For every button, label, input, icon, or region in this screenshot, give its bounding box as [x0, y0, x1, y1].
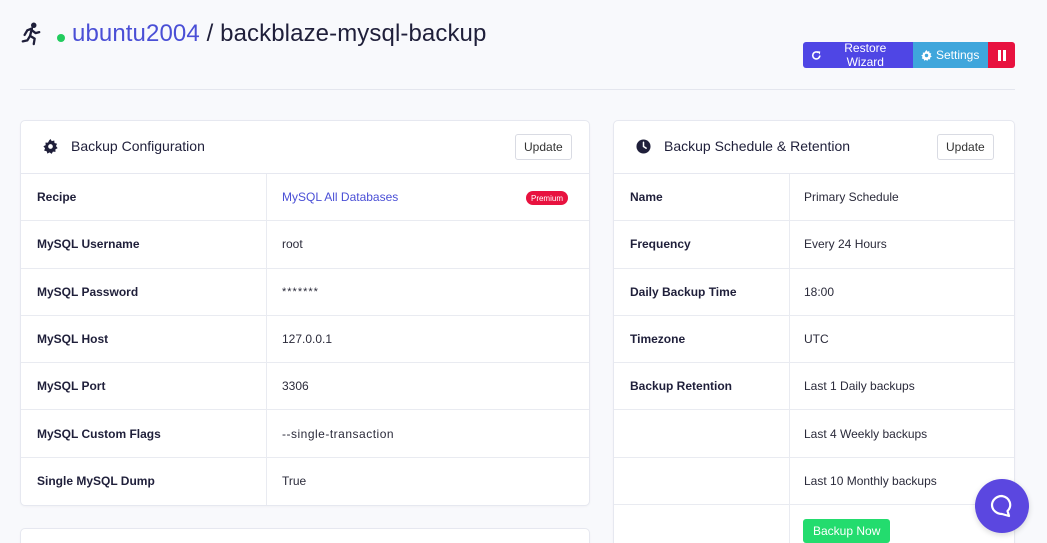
schedule-table: Name Primary Schedule Frequency Every 24…	[614, 174, 1014, 543]
running-person-icon	[21, 22, 41, 46]
restore-wizard-button[interactable]: Restore Wizard	[803, 41, 913, 69]
backup-configuration-card: Backup Configuration Update Recipe MySQL…	[20, 120, 590, 506]
recipe-link[interactable]: MySQL All Databases	[282, 190, 398, 204]
table-row: MySQL Username root	[21, 221, 589, 269]
pause-icon	[997, 49, 1006, 61]
table-row: MySQL Custom Flags --single-transaction	[21, 410, 589, 458]
row-value: MySQL All Databases Premium	[267, 174, 589, 220]
table-row: MySQL Password *******	[21, 268, 589, 316]
config-table: Recipe MySQL All Databases Premium MySQL…	[21, 174, 589, 506]
settings-button[interactable]: Settings	[913, 42, 988, 68]
settings-label: Settings	[936, 48, 980, 62]
row-value: 18:00	[804, 284, 835, 299]
table-row: Daily Backup Time 18:00	[614, 268, 1014, 316]
row-label: MySQL Password	[21, 268, 267, 315]
server-link[interactable]: ubuntu2004	[72, 20, 200, 47]
clock-icon	[636, 139, 651, 154]
card-title: Backup Schedule & Retention	[664, 138, 851, 154]
row-value: Primary Schedule	[804, 190, 899, 205]
row-label: Recipe	[21, 174, 267, 221]
page-title: ubuntu2004 / backblaze-mysql-backup	[72, 20, 486, 48]
online-status-dot	[57, 34, 65, 42]
update-schedule-button[interactable]: Update	[937, 134, 994, 160]
row-label: Frequency	[614, 221, 790, 268]
row-label: MySQL Username	[21, 221, 267, 268]
row-label	[614, 410, 790, 457]
row-label: Backup Retention	[614, 363, 790, 410]
row-label	[614, 457, 790, 505]
row-label: MySQL Host	[21, 315, 267, 363]
card-title: Backup Configuration	[71, 138, 205, 154]
table-row: Timezone UTC	[614, 315, 1014, 364]
chat-icon	[990, 494, 1012, 518]
update-config-button[interactable]: Update	[515, 134, 572, 160]
table-row: MySQL Host 127.0.0.1	[21, 315, 589, 364]
table-row: Last 4 Weekly backups	[614, 410, 1014, 458]
row-value: 3306	[282, 379, 309, 394]
title-separator: /	[206, 20, 214, 47]
row-label	[614, 505, 790, 543]
table-row: Recipe MySQL All Databases Premium	[21, 174, 589, 222]
table-row: Single MySQL Dump True	[21, 457, 589, 506]
gear-icon	[921, 49, 932, 61]
backup-schedule-card: Backup Schedule & Retention Update Name …	[613, 120, 1015, 543]
row-value: Every 24 Hours	[804, 237, 887, 252]
refresh-icon	[812, 50, 821, 60]
row-value: UTC	[804, 332, 829, 347]
row-value: *******	[282, 285, 319, 298]
row-label: MySQL Custom Flags	[21, 410, 267, 457]
row-label: Single MySQL Dump	[21, 457, 267, 506]
table-row: Backup Now	[614, 505, 1014, 543]
row-value: 127.0.0.1	[282, 332, 333, 347]
row-label: MySQL Port	[21, 363, 267, 410]
premium-badge: Premium	[525, 191, 568, 205]
table-row: MySQL Port 3306	[21, 363, 589, 411]
header-actions: Restore Wizard Settings	[803, 41, 1015, 69]
next-card	[20, 528, 590, 543]
gear-icon	[43, 139, 58, 154]
table-row: Frequency Every 24 Hours	[614, 221, 1014, 269]
table-row: Name Primary Schedule	[614, 174, 1014, 222]
row-value: Last 1 Daily backups	[804, 379, 915, 394]
chat-support-button[interactable]	[975, 479, 1029, 533]
row-label: Timezone	[614, 315, 790, 363]
header-divider	[20, 89, 1015, 90]
row-value: --single-transaction	[282, 426, 395, 441]
backup-now-button[interactable]: Backup Now	[803, 519, 891, 543]
row-value: Last 4 Weekly backups	[804, 426, 928, 441]
pause-button[interactable]	[988, 42, 1015, 68]
card-header: Backup Schedule & Retention Update	[614, 121, 1014, 174]
row-label: Daily Backup Time	[614, 268, 790, 315]
app-name: backblaze-mysql-backup	[220, 20, 487, 47]
card-header: Backup Configuration Update	[21, 121, 589, 174]
table-row: Backup Retention Last 1 Daily backups	[614, 363, 1014, 411]
row-value: True	[282, 474, 307, 489]
table-row: Last 10 Monthly backups	[614, 457, 1014, 506]
row-label: Name	[614, 174, 790, 221]
restore-wizard-label: Restore Wizard	[844, 41, 887, 69]
row-value: root	[282, 237, 303, 252]
